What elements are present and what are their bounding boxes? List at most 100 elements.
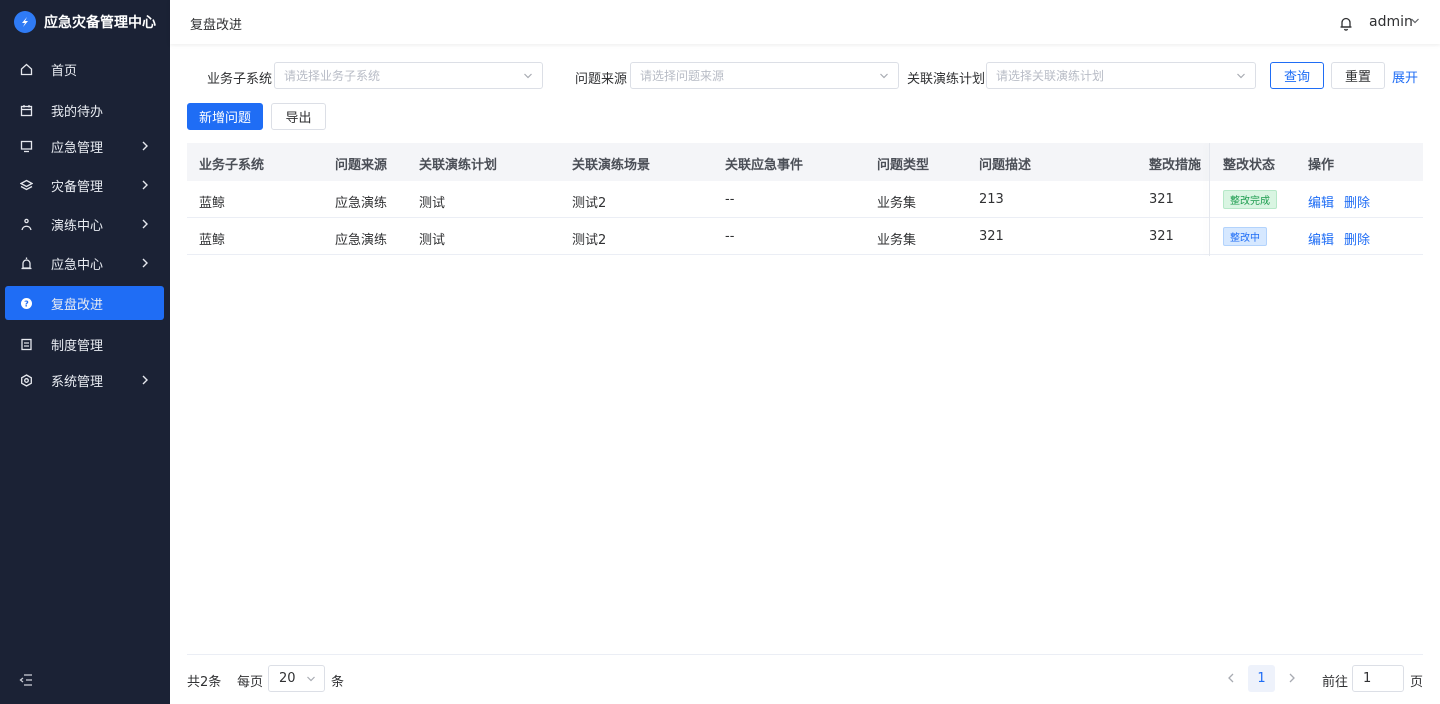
sidebar-item-policy[interactable]: 制度管理 <box>5 327 164 361</box>
prev-page-icon[interactable] <box>1225 672 1237 684</box>
alarm-icon <box>19 256 33 270</box>
sidebar-item-emergency-management[interactable]: 应急管理 <box>5 129 164 163</box>
chevron-down-icon <box>880 73 888 79</box>
table-row: 蓝鲸 应急演练 测试 测试2 -- 业务集 213 321 整改完成 编辑 删除 <box>187 181 1423 218</box>
sidebar-item-home[interactable]: 首页 <box>5 52 164 86</box>
plan-select[interactable]: 请选择关联演练计划 <box>986 62 1256 89</box>
column-header: 操作 <box>1308 158 1335 173</box>
chevron-right-icon <box>142 375 148 385</box>
cell-source: 应急演练 <box>335 233 388 248</box>
calendar-icon <box>19 103 33 117</box>
sidebar-item-label: 灾备管理 <box>51 179 104 195</box>
column-header: 关联应急事件 <box>725 158 804 173</box>
footer-divider <box>187 654 1423 655</box>
delete-link[interactable]: 删除 <box>1344 192 1370 211</box>
sidebar: 应急灾备管理中心 首页 我的待办 应急管理 灾备管理 演练中心 应急中心 ? 复… <box>0 0 170 704</box>
chevron-right-icon <box>142 219 148 229</box>
expand-link[interactable]: 展开 <box>1392 67 1418 86</box>
cell-subsystem: 蓝鲸 <box>199 196 226 211</box>
sidebar-item-label: 演练中心 <box>51 218 104 234</box>
plan-label: 关联演练计划 <box>907 72 986 87</box>
user-menu[interactable]: admin <box>1369 14 1413 30</box>
sidebar-item-label: 系统管理 <box>51 374 104 390</box>
export-button[interactable]: 导出 <box>271 103 326 130</box>
top-header: 复盘改进 admin <box>170 0 1440 44</box>
layers-icon <box>19 178 33 192</box>
cell-type: 业务集 <box>877 233 917 248</box>
sidebar-item-label: 复盘改进 <box>51 297 104 313</box>
query-button[interactable]: 查询 <box>1270 62 1324 89</box>
column-header: 问题描述 <box>979 158 1032 173</box>
fixed-column-divider <box>1209 143 1210 256</box>
sidebar-item-todo[interactable]: 我的待办 <box>5 93 164 127</box>
question-icon: ? <box>19 296 33 310</box>
per-page-suffix: 条 <box>331 675 345 690</box>
column-header: 业务子系统 <box>199 158 265 173</box>
cell-event: -- <box>725 192 735 207</box>
sidebar-item-label: 应急中心 <box>51 257 104 273</box>
status-badge: 整改中 <box>1223 227 1267 246</box>
chevron-down-icon[interactable] <box>1410 16 1420 26</box>
chevron-right-icon <box>142 180 148 190</box>
issues-table: 业务子系统 问题来源 关联演练计划 关联演练场景 关联应急事件 问题类型 问题描… <box>187 143 1423 256</box>
sidebar-item-system[interactable]: 系统管理 <box>5 363 164 397</box>
chevron-right-icon <box>142 141 148 151</box>
sidebar-item-review[interactable]: ? 复盘改进 <box>5 286 164 320</box>
cell-scene: 测试2 <box>572 196 607 211</box>
drill-icon <box>19 217 33 231</box>
column-header: 关联演练场景 <box>572 158 651 173</box>
table-header: 业务子系统 问题来源 关联演练计划 关联演练场景 关联应急事件 问题类型 问题描… <box>187 143 1423 181</box>
sidebar-item-emergency-center[interactable]: 应急中心 <box>5 246 164 280</box>
goto-suffix: 页 <box>1410 675 1424 690</box>
sidebar-item-label: 首页 <box>51 63 78 79</box>
edit-link[interactable]: 编辑 <box>1308 192 1334 211</box>
page-title: 复盘改进 <box>190 18 243 33</box>
cell-description: 321 <box>979 229 1004 244</box>
column-header: 关联演练计划 <box>419 158 498 173</box>
sidebar-item-disaster-recovery[interactable]: 灾备管理 <box>5 168 164 202</box>
next-page-icon[interactable] <box>1286 672 1298 684</box>
subsystem-select[interactable]: 请选择业务子系统 <box>274 62 543 89</box>
cell-measure: 321 <box>1149 229 1174 244</box>
cell-source: 应急演练 <box>335 196 388 211</box>
add-issue-button[interactable]: 新增问题 <box>187 103 263 130</box>
chevron-down-icon <box>1237 73 1245 79</box>
chevron-down-icon <box>307 676 315 682</box>
goto-prefix: 前往 <box>1322 675 1349 690</box>
source-placeholder: 请选择问题来源 <box>640 69 725 83</box>
chevron-right-icon <box>142 258 148 268</box>
per-page-prefix: 每页 <box>237 675 264 690</box>
goto-page-input[interactable] <box>1352 665 1404 692</box>
logo-icon <box>14 11 36 33</box>
subsystem-placeholder: 请选择业务子系统 <box>284 69 381 83</box>
source-select[interactable]: 请选择问题来源 <box>630 62 899 89</box>
monitor-icon <box>19 139 33 153</box>
source-label: 问题来源 <box>575 72 628 87</box>
collapse-sidebar-icon[interactable] <box>18 672 34 688</box>
current-page-button[interactable]: 1 <box>1248 665 1275 692</box>
reset-button[interactable]: 重置 <box>1331 62 1385 89</box>
column-header: 整改状态 <box>1223 158 1276 173</box>
cell-plan: 测试 <box>419 233 446 248</box>
sidebar-item-label: 应急管理 <box>51 140 104 156</box>
column-header: 问题来源 <box>335 158 388 173</box>
sidebar-item-drill-center[interactable]: 演练中心 <box>5 207 164 241</box>
bell-icon[interactable] <box>1339 16 1353 31</box>
cell-event: -- <box>725 229 735 244</box>
edit-link[interactable]: 编辑 <box>1308 229 1334 248</box>
brand: 应急灾备管理中心 <box>0 0 170 44</box>
cell-scene: 测试2 <box>572 233 607 248</box>
cell-subsystem: 蓝鲸 <box>199 233 226 248</box>
chevron-down-icon <box>524 73 532 79</box>
page-size-select[interactable]: 20 <box>268 665 325 692</box>
sidebar-item-label: 我的待办 <box>51 104 104 120</box>
svg-text:?: ? <box>24 299 29 308</box>
column-header: 整改措施 <box>1149 158 1202 173</box>
column-header: 问题类型 <box>877 158 930 173</box>
cell-type: 业务集 <box>877 196 917 211</box>
page-size-value: 20 <box>279 671 296 686</box>
table-row: 蓝鲸 应急演练 测试 测试2 -- 业务集 321 321 整改中 编辑 删除 <box>187 218 1423 255</box>
delete-link[interactable]: 删除 <box>1344 229 1370 248</box>
cell-plan: 测试 <box>419 196 446 211</box>
total-count: 共2条 <box>187 675 222 690</box>
